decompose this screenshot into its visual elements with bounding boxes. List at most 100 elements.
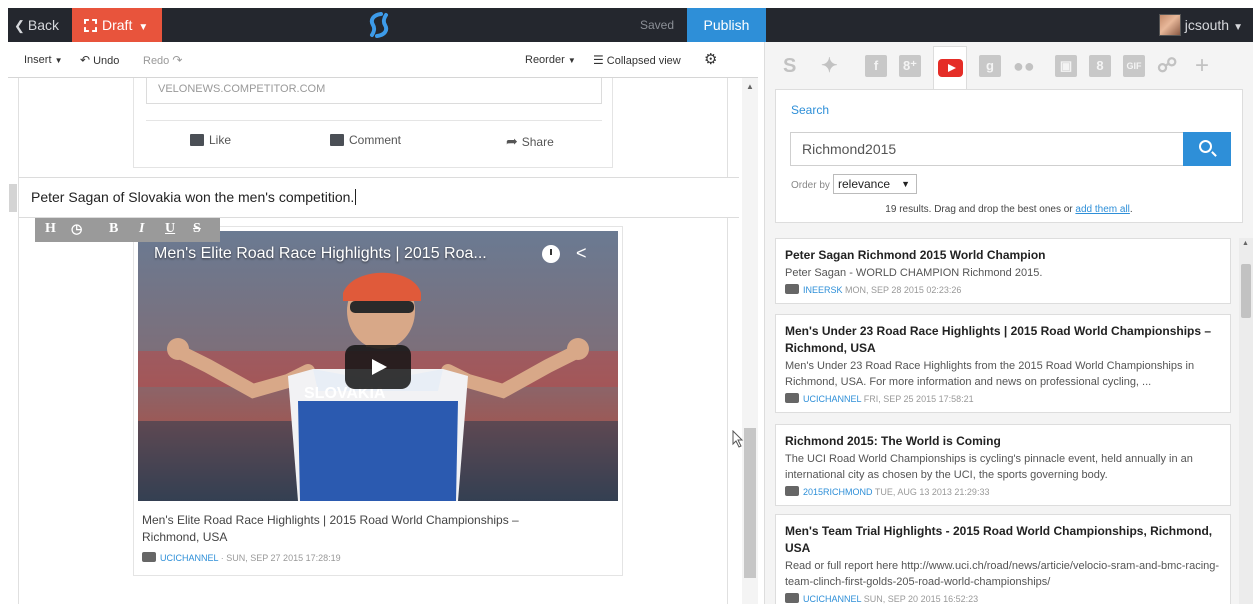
fb-share-button[interactable]: ➦ Share: [506, 133, 554, 150]
video-channel[interactable]: UCICHANNEL: [160, 553, 218, 563]
result-description: The UCI Road World Championships is cycl…: [785, 453, 1193, 481]
scroll-up-icon[interactable]: ▲: [746, 82, 754, 91]
list-icon: ☰: [593, 53, 604, 67]
search-label: Search: [791, 103, 830, 117]
fb-comment-button[interactable]: Comment: [330, 133, 401, 147]
paragraph-text[interactable]: Peter Sagan of Slovakia won the men's co…: [31, 189, 357, 205]
video-date: · SUN, SEP 27 2015 17:28:19: [220, 553, 341, 563]
editor-toolbar: Insert ▼ ↶ Undo Redo ↷ Reorder ▼ ☰ Collaps…: [8, 42, 758, 78]
storify-icon[interactable]: Ѕ: [783, 54, 796, 78]
google-plus-alt-icon[interactable]: 8: [1089, 55, 1111, 77]
getty-icon[interactable]: g: [979, 55, 1001, 77]
text-paragraph-block[interactable]: Peter Sagan of Slovakia won the men's co…: [9, 177, 739, 218]
results-scrollbar[interactable]: ▲: [1239, 238, 1253, 604]
order-by-select[interactable]: relevance ▼: [833, 174, 917, 194]
back-label: Back: [27, 17, 60, 33]
chevron-down-icon: ▼: [1233, 22, 1243, 33]
add-icon[interactable]: +: [1195, 54, 1209, 78]
youtube-small-icon: [785, 284, 799, 294]
search-button[interactable]: [1183, 132, 1231, 166]
result-title: Peter Sagan Richmond 2015 World Champion: [785, 248, 1046, 262]
chevron-down-icon: ▼: [138, 22, 149, 33]
fb-comment-label: Comment: [349, 133, 402, 147]
facebook-embed-card: VELONEWS.COMPETITOR.COM Like Comment ➦ Sh…: [133, 78, 613, 168]
story-editor: VELONEWS.COMPETITOR.COM Like Comment ➦ Sh…: [8, 78, 758, 604]
result-meta: UCICHANNEL SUN, SEP 20 2015 16:52:23: [785, 593, 1221, 604]
video-player[interactable]: SLOVAKIA Men's Elite Road Race Highlight…: [138, 231, 618, 501]
fb-like-label: Like: [209, 133, 232, 147]
list-item[interactable]: Peter Sagan Richmond 2015 World Champion…: [775, 238, 1231, 304]
collapsed-view-button[interactable]: ☰ Collapsed view: [593, 42, 681, 79]
formatting-toolbar: H ◷ B I U S: [35, 218, 220, 242]
scroll-thumb[interactable]: [744, 428, 756, 578]
fb-like-button[interactable]: Like: [190, 133, 231, 147]
search-input[interactable]: [790, 132, 1183, 166]
video-caption-title[interactable]: Men's Elite Road Race Highlights | 2015 …: [142, 512, 562, 546]
publish-button[interactable]: Publish: [687, 8, 766, 42]
draft-label: Draft: [102, 17, 133, 33]
bold-button[interactable]: B: [109, 221, 118, 237]
list-item[interactable]: Men's Under 23 Road Race Highlights | 20…: [775, 314, 1231, 413]
result-channel[interactable]: 2015RICHMOND: [803, 487, 873, 497]
list-item[interactable]: Men's Team Trial Highlights - 2015 Road …: [775, 514, 1231, 604]
google-plus-icon[interactable]: 8⁺: [899, 55, 921, 77]
redo-button[interactable]: Redo ↷: [143, 42, 185, 79]
story-document: VELONEWS.COMPETITOR.COM Like Comment ➦ Sh…: [9, 78, 739, 604]
text-cursor: [355, 189, 357, 205]
result-channel[interactable]: INEERSK: [803, 285, 843, 295]
storify-logo-icon[interactable]: [365, 11, 393, 39]
scroll-up-icon[interactable]: ▲: [1242, 240, 1249, 247]
twitter-icon[interactable]: ✦: [821, 54, 838, 78]
share-icon[interactable]: <: [576, 243, 587, 264]
fb-share-label: Share: [521, 135, 554, 149]
user-menu[interactable]: jcsouth ▼: [1158, 8, 1243, 42]
draft-status-button[interactable]: Draft ▼: [72, 8, 162, 42]
back-button[interactable]: ❮ Back: [8, 8, 72, 42]
add-all-link[interactable]: add them all: [1075, 204, 1129, 215]
list-item[interactable]: Richmond 2015: The World is Coming The U…: [775, 424, 1231, 506]
result-title: Richmond 2015: The World is Coming: [785, 434, 1001, 448]
share-arrow-icon: ➦: [506, 133, 518, 149]
fb-link-url[interactable]: VELONEWS.COMPETITOR.COM: [146, 78, 602, 104]
heading-button[interactable]: H: [45, 221, 56, 237]
result-date: TUE, AUG 13 2013 21:29:33: [874, 487, 990, 497]
watch-later-icon[interactable]: [542, 245, 560, 263]
youtube-small-icon: [785, 393, 799, 403]
video-caption: Men's Elite Road Race Highlights | 2015 …: [142, 512, 562, 567]
strikethrough-button[interactable]: S: [193, 221, 201, 237]
result-meta: INEERSK MON, SEP 28 2015 02:23:26: [785, 284, 1221, 295]
reorder-menu[interactable]: Reorder ▼: [525, 42, 576, 79]
facebook-icon[interactable]: f: [865, 55, 887, 77]
chevron-down-icon: ▼: [567, 56, 576, 65]
search-panel: Search Order by relevance ▼ 19 results. D…: [775, 89, 1243, 223]
video-overlay-title: Men's Elite Road Race Highlights | 2015 …: [154, 245, 487, 262]
order-by-value: relevance: [838, 177, 891, 191]
results-list: Peter Sagan Richmond 2015 World Champion…: [775, 238, 1233, 604]
scroll-thumb[interactable]: [1241, 264, 1251, 318]
play-button[interactable]: [345, 345, 411, 389]
result-description: Peter Sagan - WORLD CHAMPION Richmond 20…: [785, 267, 1043, 279]
result-description: Men's Under 23 Road Race Highlights from…: [785, 360, 1195, 388]
clock-icon[interactable]: ◷: [71, 221, 82, 237]
result-channel[interactable]: UCICHANNEL: [803, 394, 861, 404]
undo-button[interactable]: ↶ Undo: [80, 42, 119, 79]
underline-button[interactable]: U: [165, 221, 175, 237]
settings-button[interactable]: ⚙: [704, 42, 717, 78]
youtube-embed-card: SLOVAKIA Men's Elite Road Race Highlight…: [133, 226, 623, 576]
results-note: 19 results. Drag and drop the best ones …: [885, 204, 1133, 215]
avatar: [1158, 14, 1181, 36]
result-channel[interactable]: UCICHANNEL: [803, 594, 861, 604]
drag-handle[interactable]: [9, 184, 17, 212]
result-date: FRI, SEP 25 2015 17:58:21: [863, 394, 974, 404]
comment-icon: [330, 134, 344, 146]
editor-scrollbar[interactable]: ▲: [742, 78, 758, 604]
insert-menu[interactable]: Insert ▼: [24, 42, 63, 79]
flickr-icon[interactable]: ●●: [1013, 54, 1035, 78]
link-icon[interactable]: ☍: [1157, 54, 1177, 78]
gif-icon[interactable]: GIF: [1123, 55, 1145, 77]
source-tabs: Ѕ ✦ f 8⁺ g ●● ▣ 8 GIF ☍ +: [765, 42, 1253, 90]
result-title: Men's Under 23 Road Race Highlights | 20…: [785, 324, 1212, 355]
youtube-icon[interactable]: [933, 46, 967, 90]
italic-button[interactable]: I: [139, 221, 144, 237]
instagram-icon[interactable]: ▣: [1055, 55, 1077, 77]
